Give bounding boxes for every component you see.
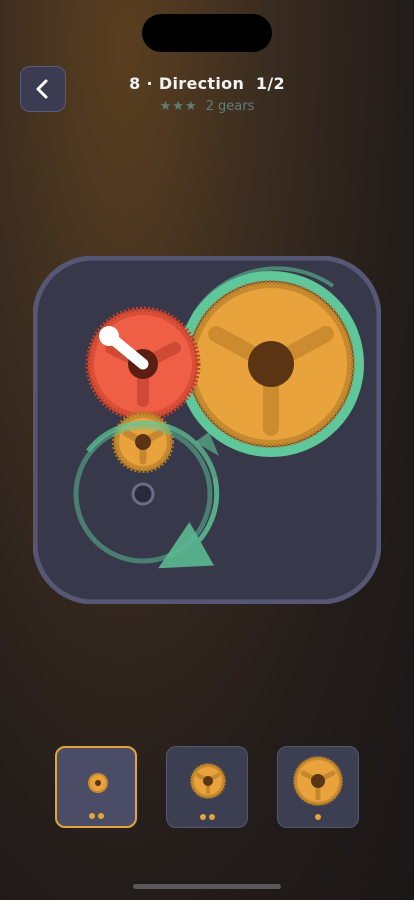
home-indicator[interactable]	[133, 884, 281, 889]
star-rating: ★★★	[159, 99, 198, 114]
level-number: 8	[129, 74, 141, 93]
tray-slot-medium-gear[interactable]	[166, 746, 248, 828]
level-title: 8 · Direction 1/2	[0, 74, 414, 93]
dynamic-island	[142, 14, 272, 52]
gear-tray	[0, 746, 414, 830]
level-subtitle: ★★★ 2 gears	[0, 99, 414, 114]
small-gear-icon	[88, 773, 108, 793]
tray-slot-small-gear[interactable]	[55, 746, 137, 828]
usage-dots	[278, 814, 358, 820]
level-name: Direction	[158, 74, 245, 93]
usage-dots	[57, 813, 135, 819]
level-header: 8 · Direction 1/2 ★★★ 2 gears	[0, 74, 414, 114]
title-separator: ·	[146, 74, 153, 93]
game-board[interactable]	[32, 255, 382, 605]
usage-dots	[167, 814, 247, 820]
large-gear[interactable]	[178, 271, 364, 457]
gear-count-label: 2 gears	[205, 99, 255, 114]
driver-gear-red[interactable]	[85, 306, 201, 422]
empty-axle[interactable]	[131, 482, 155, 506]
medium-gear-icon	[190, 763, 226, 799]
tray-slot-large-gear[interactable]	[277, 746, 359, 828]
large-gear-icon	[293, 756, 343, 806]
level-progress: 1/2	[255, 74, 285, 93]
